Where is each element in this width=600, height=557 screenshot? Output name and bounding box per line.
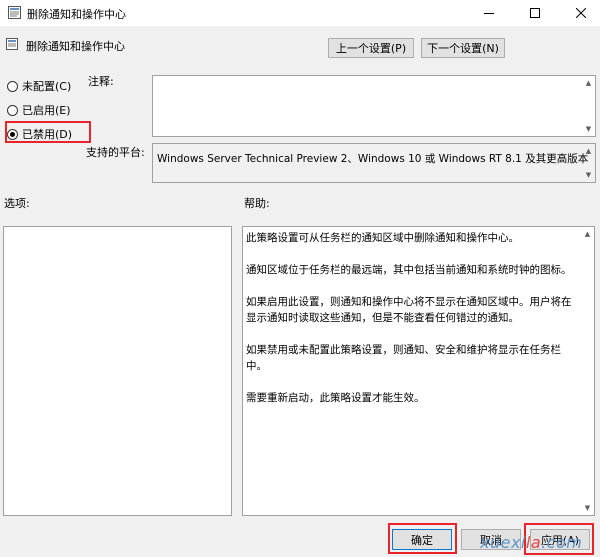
watermark-part: xuexi: [480, 533, 526, 552]
maximize-button[interactable]: [512, 0, 558, 26]
help-label: 帮助:: [244, 197, 270, 210]
next-setting-button[interactable]: 下一个设置(N): [421, 38, 505, 58]
close-button[interactable]: [558, 0, 600, 26]
policy-title: 删除通知和操作中心: [26, 40, 125, 53]
radio-circle[interactable]: [7, 104, 18, 116]
scroll-down-icon[interactable]: ▼: [581, 502, 594, 514]
radio-label: 未配置(C): [22, 80, 72, 93]
radio-enabled[interactable]: 已启用(E): [7, 102, 71, 118]
supported-platform-field: Windows Server Technical Preview 2、Windo…: [152, 143, 596, 183]
scroll-down-icon[interactable]: ▼: [582, 123, 595, 135]
platform-scrollbar[interactable]: ▲ ▼: [582, 144, 595, 182]
policy-settings-icon: [8, 6, 21, 19]
comment-scrollbar[interactable]: ▲ ▼: [582, 76, 595, 136]
help-paragraph: 通知区域位于任务栏的最远端，其中包括当前通知和系统时钟的图标。: [246, 264, 572, 276]
previous-setting-button[interactable]: 上一个设置(P): [328, 38, 414, 58]
help-text: 此策略设置可从任务栏的通知区域中删除通知和操作中心。 通知区域位于任务栏的最远端…: [246, 230, 578, 422]
window-title: 删除通知和操作中心: [27, 8, 126, 21]
help-paragraph: 此策略设置可从任务栏的通知区域中删除通知和操作中心。: [246, 232, 519, 244]
scroll-down-icon[interactable]: ▼: [582, 169, 595, 181]
scroll-up-icon[interactable]: ▲: [582, 145, 595, 157]
watermark-part: .com: [541, 533, 583, 552]
supported-platform-label: 支持的平台:: [86, 146, 145, 159]
options-panel: [3, 226, 232, 516]
options-label: 选项:: [4, 197, 30, 210]
close-icon: [576, 8, 586, 18]
radio-circle[interactable]: [7, 80, 18, 92]
title-bar[interactable]: 删除通知和操作中心: [0, 0, 600, 26]
policy-settings-icon: [6, 38, 18, 50]
minimize-button[interactable]: [466, 0, 512, 26]
help-paragraph: 需要重新启动，此策略设置才能生效。: [246, 392, 425, 404]
watermark-part: la: [525, 533, 542, 552]
maximize-icon: [530, 8, 540, 18]
help-panel: 此策略设置可从任务栏的通知区域中删除通知和操作中心。 通知区域位于任务栏的最远端…: [242, 226, 595, 516]
highlight-box-ok: [388, 523, 457, 554]
help-paragraph: 如果启用此设置，则通知和操作中心将不显示在通知区域中。用户将在显示通知时读取这些…: [246, 296, 572, 324]
highlight-box-disabled: [5, 121, 91, 143]
radio-not-configured[interactable]: 未配置(C): [7, 78, 71, 94]
comment-textarea[interactable]: ▲ ▼: [152, 75, 596, 137]
watermark: xuexila.com: [480, 533, 582, 552]
comment-label: 注释:: [88, 75, 114, 88]
scroll-up-icon[interactable]: ▲: [581, 228, 594, 240]
policy-dialog-window: 删除通知和操作中心 删除通知和操作中心 上一个设置(P) 下一个设置(N) 未配…: [0, 0, 600, 557]
help-paragraph: 如果禁用或未配置此策略设置，则通知、安全和维护将显示在任务栏中。: [246, 344, 561, 372]
scroll-up-icon[interactable]: ▲: [582, 77, 595, 89]
supported-platform-value: Windows Server Technical Preview 2、Windo…: [157, 153, 589, 165]
radio-label: 已启用(E): [22, 104, 71, 117]
help-scrollbar[interactable]: ▲ ▼: [581, 227, 594, 515]
minimize-icon: [484, 13, 494, 14]
